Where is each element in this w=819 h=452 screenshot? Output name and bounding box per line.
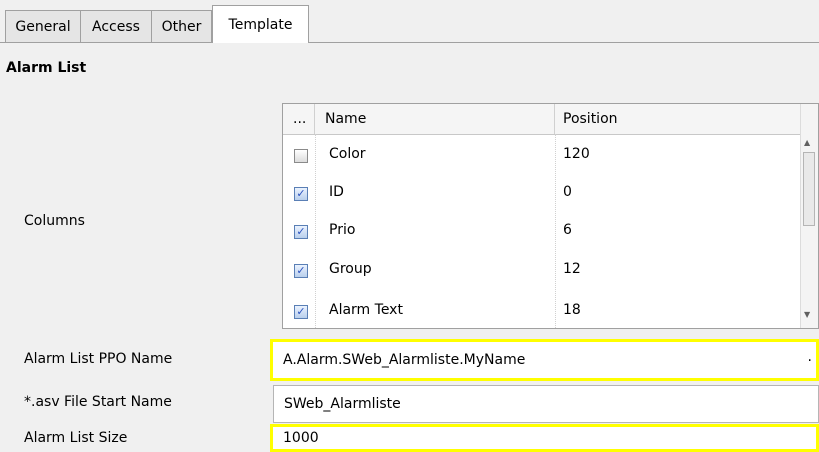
asv-start-field[interactable]: SWeb_Alarmliste	[273, 385, 819, 423]
row-name: Color	[329, 146, 366, 162]
vertical-scrollbar[interactable]: ▲ ▼	[800, 104, 818, 328]
row-name: ID	[329, 184, 344, 200]
table-row[interactable]: ✓ Prio 6	[283, 213, 818, 251]
tab-bar: General Access Other Template	[0, 0, 819, 43]
asv-start-value: SWeb_Alarmliste	[284, 396, 401, 412]
browse-button[interactable]: .	[808, 349, 812, 365]
column-visible-checkbox[interactable]: ✓	[294, 264, 308, 278]
scroll-down-arrow-icon[interactable]: ▼	[804, 310, 810, 319]
table-row[interactable]: ✓ ID 0	[283, 175, 818, 213]
size-field[interactable]: 1000	[270, 424, 819, 452]
row-name: Alarm Text	[329, 302, 403, 318]
scrollbar-thumb[interactable]	[803, 152, 815, 226]
row-name: Group	[329, 261, 372, 277]
tab-access-label: Access	[92, 18, 140, 35]
columns-label: Columns	[24, 213, 85, 229]
column-visible-checkbox[interactable]: ✓	[294, 225, 308, 239]
column-visible-checkbox[interactable]	[294, 149, 308, 163]
column-visible-checkbox[interactable]: ✓	[294, 305, 308, 319]
row-position[interactable]: 12	[563, 261, 581, 277]
tab-divider	[0, 42, 819, 43]
row-position[interactable]: 120	[563, 146, 590, 162]
ppo-name-label: Alarm List PPO Name	[24, 351, 173, 367]
header-more[interactable]: ...	[283, 104, 315, 134]
tab-template-label: Template	[228, 16, 293, 33]
table-row[interactable]: ✓ Alarm Text 18	[283, 293, 818, 328]
tab-other[interactable]: Other	[151, 10, 212, 42]
scroll-up-arrow-icon[interactable]: ▲	[804, 138, 810, 147]
row-position[interactable]: 18	[563, 302, 581, 318]
tab-other-label: Other	[161, 18, 202, 35]
tab-access[interactable]: Access	[80, 10, 152, 42]
tab-template[interactable]: Template	[212, 5, 309, 43]
size-label: Alarm List Size	[24, 430, 128, 446]
ppo-name-field[interactable]: A.Alarm.SWeb_Alarmliste.MyName .	[270, 339, 819, 381]
section-title: Alarm List	[6, 60, 87, 76]
tab-general[interactable]: General	[5, 10, 81, 42]
table-row[interactable]: Color 120	[283, 137, 818, 175]
header-position[interactable]: Position	[555, 104, 805, 134]
tab-general-label: General	[15, 18, 71, 35]
size-value: 1000	[283, 430, 319, 446]
header-name[interactable]: Name	[315, 104, 555, 134]
columns-grid[interactable]: ... Name Position Color 120 ✓ ID 0 ✓ Pri…	[282, 103, 819, 329]
ppo-name-value: A.Alarm.SWeb_Alarmliste.MyName	[283, 352, 526, 368]
column-visible-checkbox[interactable]: ✓	[294, 187, 308, 201]
row-position[interactable]: 6	[563, 222, 572, 238]
grid-header: ... Name Position	[283, 104, 818, 135]
table-row[interactable]: ✓ Group 12	[283, 252, 818, 290]
row-position[interactable]: 0	[563, 184, 572, 200]
row-name: Prio	[329, 222, 356, 238]
asv-start-label: *.asv File Start Name	[24, 394, 172, 410]
